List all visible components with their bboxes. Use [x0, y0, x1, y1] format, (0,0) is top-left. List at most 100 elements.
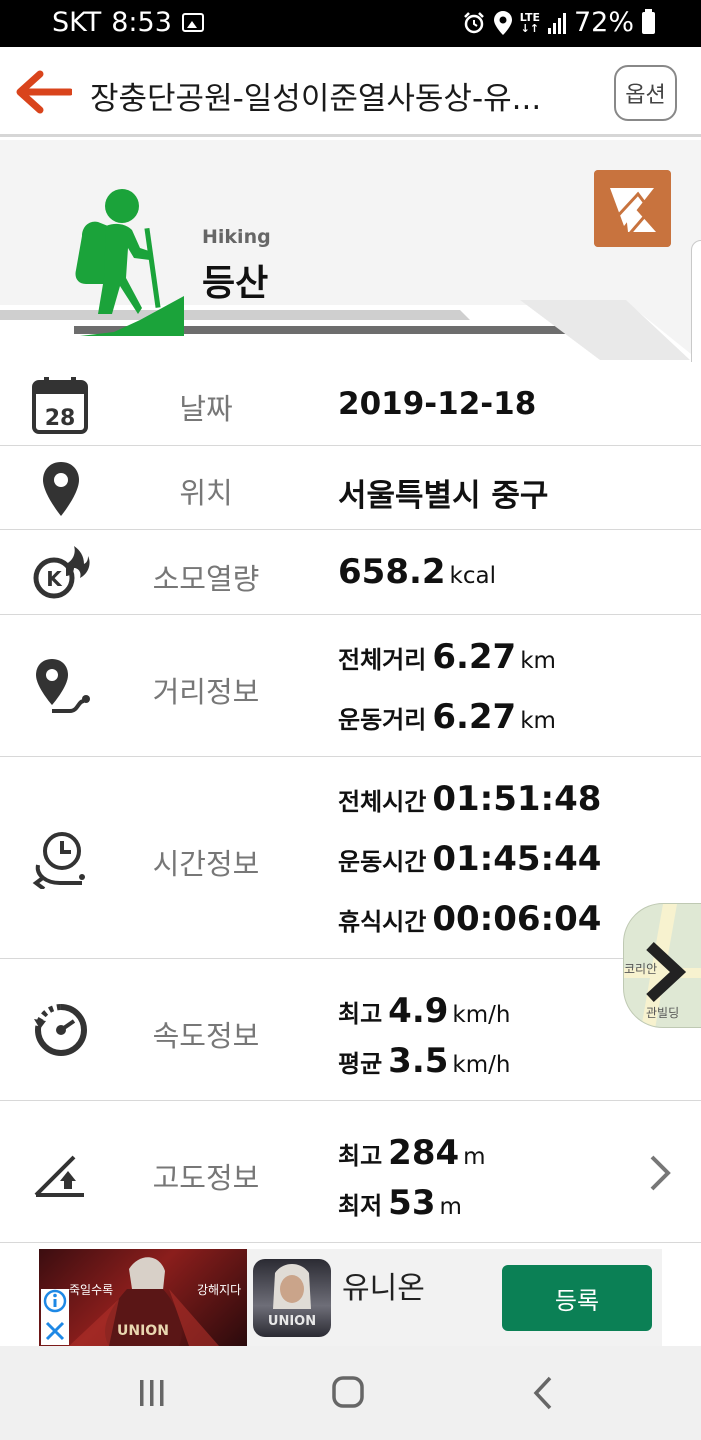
distance-label: 거리정보 [152, 675, 260, 709]
max-altitude: 최고 284 m [338, 1133, 486, 1173]
time-row: 시간정보 전체시간 01:51:48 운동시간 01:45:44 휴식시간 00:06… [0, 757, 701, 959]
max-altitude-value: 284 [388, 1133, 460, 1173]
altitude-label: 고도정보 [152, 1161, 260, 1195]
recent-apps-icon[interactable] [122, 1370, 182, 1416]
max-speed-unit: km/h [452, 1002, 511, 1028]
speedometer-icon [34, 1004, 87, 1056]
calorie-flame-icon: K [33, 546, 90, 599]
carrier-label: SKT [52, 7, 102, 38]
ad-close-icon [45, 1321, 65, 1341]
exercise-time-value: 01:45:44 [432, 839, 602, 879]
calorie-icon-letter: K [46, 567, 63, 591]
speed-label: 속도정보 [152, 1019, 260, 1053]
exercise-distance: 운동거리 6.27 km [338, 697, 556, 737]
back-arrow-icon[interactable] [14, 69, 72, 115]
activity-type-en: Hiking [202, 226, 271, 248]
clock-label: 8:53 [111, 7, 172, 38]
route-pin-icon [36, 659, 90, 713]
status-bar-left: SKT 8:53 [52, 7, 204, 38]
speed-row: 속도정보 최고 4.9 km/h 평균 3.5 km/h [0, 959, 701, 1101]
chevron-right-icon[interactable] [644, 1153, 674, 1193]
ad-banner-text-right: 강해지다 [197, 1283, 242, 1297]
ad-info-icon[interactable] [41, 1289, 69, 1345]
location-label: 위치 [179, 476, 233, 510]
back-nav-icon[interactable] [514, 1370, 574, 1416]
rest-time-value: 00:06:04 [432, 899, 602, 939]
gallery-notification-icon [181, 13, 204, 32]
min-altitude-key: 최저 [338, 1192, 383, 1220]
time-label: 시간정보 [152, 847, 260, 881]
status-bar: SKT 8:53 LTE ↓↑ 72% [0, 0, 701, 47]
ad-app-logo-text: UNION [267, 1314, 317, 1329]
total-time-key: 전체시간 [338, 788, 427, 816]
total-distance: 전체거리 6.27 km [338, 637, 556, 677]
calendar-day: 28 [45, 406, 76, 431]
total-distance-value: 6.27 [432, 637, 517, 677]
map-label-bottom: 관빌딩 [646, 1006, 680, 1020]
max-speed-key: 최고 [338, 1000, 383, 1028]
activity-header: Hiking 등산 [0, 140, 701, 362]
date-value: 2019-12-18 [338, 386, 537, 422]
ad-register-button[interactable]: 등록 [502, 1265, 652, 1331]
rest-time-key: 휴식시간 [338, 908, 427, 936]
calories-value: 658.2 [338, 552, 446, 592]
total-time: 전체시간 01:51:48 [338, 779, 601, 819]
ad-image[interactable]: 죽일수록 강해지다 UNION [39, 1249, 247, 1346]
exercise-distance-value: 6.27 [432, 697, 517, 737]
exercise-time: 운동시간 01:45:44 [338, 839, 601, 879]
battery-percent: 72% [573, 7, 634, 38]
location-pin-icon [43, 462, 79, 516]
location-row: 위치 서울특별시 중구 [0, 446, 701, 530]
avg-speed: 평균 3.5 km/h [338, 1041, 510, 1081]
total-time-value: 01:51:48 [432, 779, 602, 819]
rest-time: 휴식시간 00:06:04 [338, 899, 601, 939]
ad-app-name: 유니온 [342, 1271, 425, 1306]
max-speed: 최고 4.9 km/h [338, 991, 510, 1031]
calories-label: 소모열량 [152, 562, 260, 596]
max-altitude-key: 최고 [338, 1142, 383, 1170]
hiking-person-icon [75, 189, 184, 336]
home-icon[interactable] [318, 1370, 378, 1416]
avg-speed-key: 평균 [338, 1050, 383, 1078]
options-button[interactable]: 옵션 [614, 65, 677, 121]
min-altitude-value: 53 [388, 1183, 436, 1223]
max-altitude-unit: m [463, 1144, 486, 1170]
date-row: 28 날짜 2019-12-18 [0, 362, 701, 446]
date-label: 날짜 [179, 392, 233, 426]
ad-banner-logo: UNION [117, 1323, 169, 1339]
location-status-icon [493, 10, 512, 35]
calories-row: K 소모열량 658.2 kcal [0, 530, 701, 615]
min-altitude-unit: m [439, 1194, 462, 1220]
lte-indicator: LTE ↓↑ [519, 10, 540, 35]
exercise-distance-key: 운동거리 [338, 706, 427, 734]
distance-row: 거리정보 전체거리 6.27 km 운동거리 6.27 km [0, 615, 701, 757]
exercise-distance-unit: km [520, 708, 556, 734]
location-value: 서울특별시 중구 [338, 478, 549, 514]
signal-icon [547, 12, 566, 34]
exercise-time-key: 운동시간 [338, 848, 427, 876]
system-nav-bar [0, 1346, 701, 1440]
ad-app-logo[interactable]: UNION [253, 1259, 331, 1337]
activity-type-ko: 등산 [202, 263, 269, 304]
elevation-icon [34, 1155, 84, 1197]
ad-choices[interactable] [41, 1289, 69, 1345]
altitude-row[interactable]: 고도정보 최고 284 m 최저 53 m [0, 1101, 701, 1243]
clock-icon [32, 832, 85, 889]
ad-banner-text-left: 죽일수록 [69, 1283, 114, 1297]
avg-speed-value: 3.5 [388, 1041, 449, 1081]
battery-icon [642, 8, 655, 34]
min-altitude: 최저 53 m [338, 1183, 462, 1223]
avg-speed-unit: km/h [452, 1052, 511, 1078]
app-bar: 장충단공원-일성이준열사동상-유... 옵션 [0, 47, 701, 137]
ad-banner[interactable]: 죽일수록 강해지다 UNION UNION 유니온 등록 [39, 1249, 662, 1346]
calories-unit: kcal [449, 563, 496, 589]
status-bar-right: LTE ↓↑ 72% [462, 7, 655, 38]
total-distance-key: 전체거리 [338, 646, 427, 674]
calories-value-group: 658.2 kcal [338, 552, 496, 592]
max-speed-value: 4.9 [388, 991, 449, 1031]
alarm-icon [463, 11, 484, 33]
calendar-icon: 28 [32, 377, 88, 434]
share-icon[interactable] [594, 170, 671, 247]
total-distance-unit: km [520, 648, 556, 674]
map-arrow-icon[interactable] [640, 940, 688, 1004]
